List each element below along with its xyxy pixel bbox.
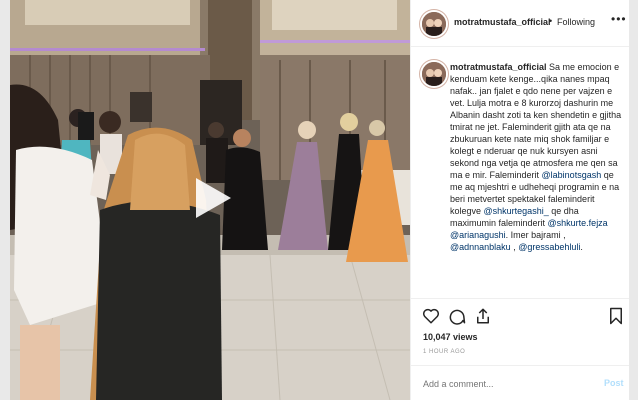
post-timestamp: 1 HOUR AGO	[423, 349, 466, 355]
view-count[interactable]: 10,047 views	[423, 332, 478, 342]
caption-username[interactable]: motratmustafa_official	[450, 62, 547, 72]
caption-text: Sa me emocion e kenduam kete kenge...qik…	[450, 62, 621, 252]
mention-link[interactable]: @labinotsgash	[542, 170, 602, 180]
mention-link[interactable]: @adnnanblaku	[450, 242, 511, 252]
video-player[interactable]	[10, 0, 410, 400]
caption-segment: .	[580, 242, 583, 252]
more-options-icon[interactable]: •••	[611, 12, 627, 26]
post-caption: motratmustafa_official Sa me emocion e k…	[450, 61, 622, 298]
post-header: motratmustafa_official • Following •••	[411, 0, 629, 47]
bookmark-icon[interactable]	[607, 307, 625, 325]
caption-avatar[interactable]	[422, 62, 446, 86]
comment-icon[interactable]	[448, 307, 466, 325]
post-author-username[interactable]: motratmustafa_official	[454, 17, 551, 27]
mention-link[interactable]: @shkurte.fejza	[548, 218, 608, 228]
caption-avatar-image	[422, 62, 446, 86]
share-icon[interactable]	[474, 307, 492, 325]
play-icon[interactable]	[192, 175, 234, 221]
avatar[interactable]	[422, 12, 446, 36]
following-button[interactable]: Following	[557, 17, 595, 27]
comment-bar: Post	[411, 365, 629, 402]
comment-input[interactable]	[423, 378, 593, 390]
instagram-post-window: motratmustafa_official • Following ••• m…	[0, 0, 638, 401]
caption-segment: Sa me emocion e kenduam kete kenge...qik…	[450, 62, 622, 180]
page-background-right	[628, 0, 638, 400]
post-actions: 10,047 views 1 HOUR AGO Post	[411, 298, 629, 401]
post-comment-button[interactable]: Post	[604, 378, 624, 388]
caption-segment: . Imer bajrami ,	[505, 230, 566, 240]
mention-link[interactable]: @arianagushi	[450, 230, 506, 240]
post-side-panel: motratmustafa_official • Following ••• m…	[410, 0, 629, 401]
page-background-left	[0, 0, 10, 400]
avatar-image	[422, 12, 446, 36]
mention-link[interactable]: @shkurtegashi_	[484, 206, 549, 216]
separator-dot: •	[549, 16, 553, 26]
heart-icon[interactable]	[422, 307, 440, 325]
mention-link[interactable]: @gressabehluli	[518, 242, 580, 252]
